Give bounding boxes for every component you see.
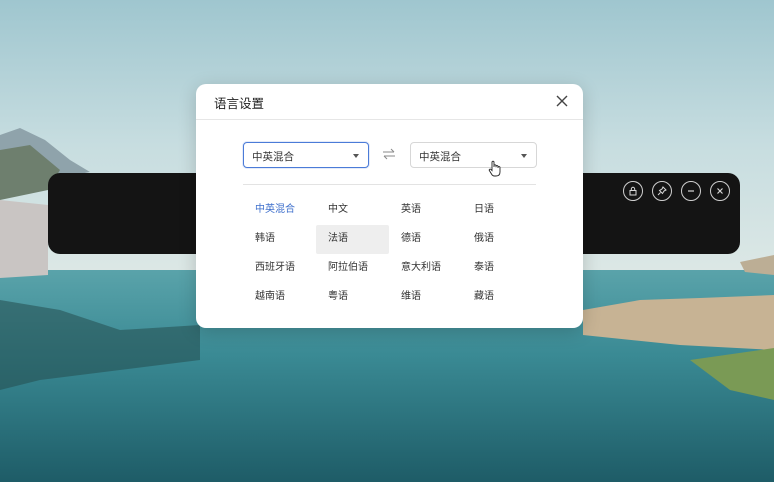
hand-cursor-icon <box>488 160 501 177</box>
language-option[interactable]: 粤语 <box>316 283 389 312</box>
language-option[interactable]: 德语 <box>389 225 462 254</box>
chevron-down-icon <box>353 154 359 158</box>
language-option[interactable]: 英语 <box>389 196 462 225</box>
dialog-title: 语言设置 <box>214 96 265 111</box>
language-option[interactable]: 韩语 <box>243 225 316 254</box>
language-option[interactable]: 中文 <box>316 196 389 225</box>
source-language-value: 中英混合 <box>252 151 294 163</box>
swap-icon[interactable] <box>382 148 396 160</box>
chevron-down-icon <box>521 154 527 158</box>
language-option[interactable]: 日语 <box>462 196 535 225</box>
language-option[interactable]: 意大利语 <box>389 254 462 283</box>
language-option[interactable]: 法语 <box>316 225 389 254</box>
target-language-value: 中英混合 <box>419 151 461 163</box>
pin-icon[interactable] <box>652 181 672 201</box>
language-option[interactable]: 俄语 <box>462 225 535 254</box>
language-option[interactable]: 中英混合 <box>243 196 316 225</box>
language-option[interactable]: 泰语 <box>462 254 535 283</box>
language-option[interactable]: 越南语 <box>243 283 316 312</box>
language-option[interactable]: 阿拉伯语 <box>316 254 389 283</box>
source-language-select[interactable]: 中英混合 <box>243 142 369 168</box>
language-option[interactable]: 藏语 <box>462 283 535 312</box>
dialog-header: 语言设置 <box>196 84 583 120</box>
language-settings-dialog: 语言设置 中英混合 中英混合 中英混合 中文 英语 日语 韩语 法语 德语 俄语… <box>196 84 583 328</box>
target-language-select[interactable]: 中英混合 <box>410 142 537 168</box>
language-option[interactable]: 维语 <box>389 283 462 312</box>
lock-icon[interactable] <box>623 181 643 201</box>
language-option[interactable]: 西班牙语 <box>243 254 316 283</box>
bar-controls <box>623 181 730 201</box>
close-icon[interactable] <box>555 94 569 108</box>
language-grid: 中英混合 中文 英语 日语 韩语 法语 德语 俄语 西班牙语 阿拉伯语 意大利语… <box>243 196 536 312</box>
close-icon[interactable] <box>710 181 730 201</box>
divider <box>243 184 536 185</box>
minimize-icon[interactable] <box>681 181 701 201</box>
